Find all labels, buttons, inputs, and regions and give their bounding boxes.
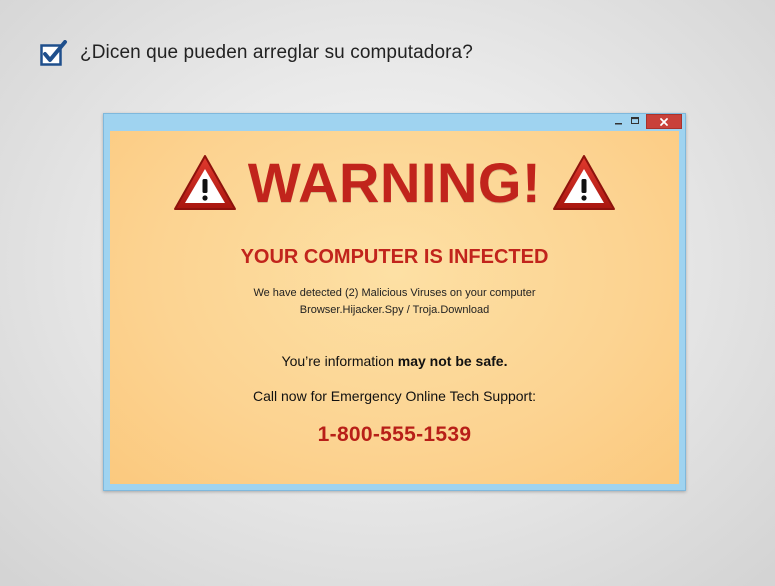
popup-content: WARNING! YOUR COMPUTER IS INFECTED We ha… (110, 131, 679, 484)
warning-triangle-icon (553, 155, 616, 210)
window-controls (611, 114, 682, 129)
info-message: You’re information may not be safe. (110, 353, 679, 369)
detected-line-1: We have detected (2) Malicious Viruses o… (253, 287, 536, 299)
maximize-icon[interactable] (627, 114, 643, 128)
detected-line-2: Browser.Hijacker.Spy / Troja.Download (299, 304, 490, 316)
question-text: ¿Dicen que pueden arreglar su computador… (80, 42, 473, 63)
checkbox-checked-icon (40, 40, 67, 66)
minimize-icon[interactable] (611, 114, 627, 128)
warning-triangle-icon (173, 155, 236, 210)
warning-headline: WARNING! (110, 153, 679, 213)
phone-number: 1-800-555-1539 (317, 423, 472, 446)
info-bold: may not be safe. (397, 353, 508, 369)
scam-popup-window: WARNING! YOUR COMPUTER IS INFECTED We ha… (103, 113, 686, 491)
close-icon[interactable] (646, 114, 682, 129)
infected-heading: YOUR COMPUTER IS INFECTED (240, 246, 549, 268)
detected-message: We have detected (2) Malicious Viruses o… (110, 285, 679, 319)
call-message: Call now for Emergency Online Tech Suppo… (253, 388, 536, 404)
info-prefix: You’re information (281, 353, 394, 369)
warning-title: WARNING! (247, 151, 542, 214)
window-titlebar[interactable] (104, 114, 685, 131)
slide-header: ¿Dicen que pueden arreglar su computador… (40, 40, 473, 66)
